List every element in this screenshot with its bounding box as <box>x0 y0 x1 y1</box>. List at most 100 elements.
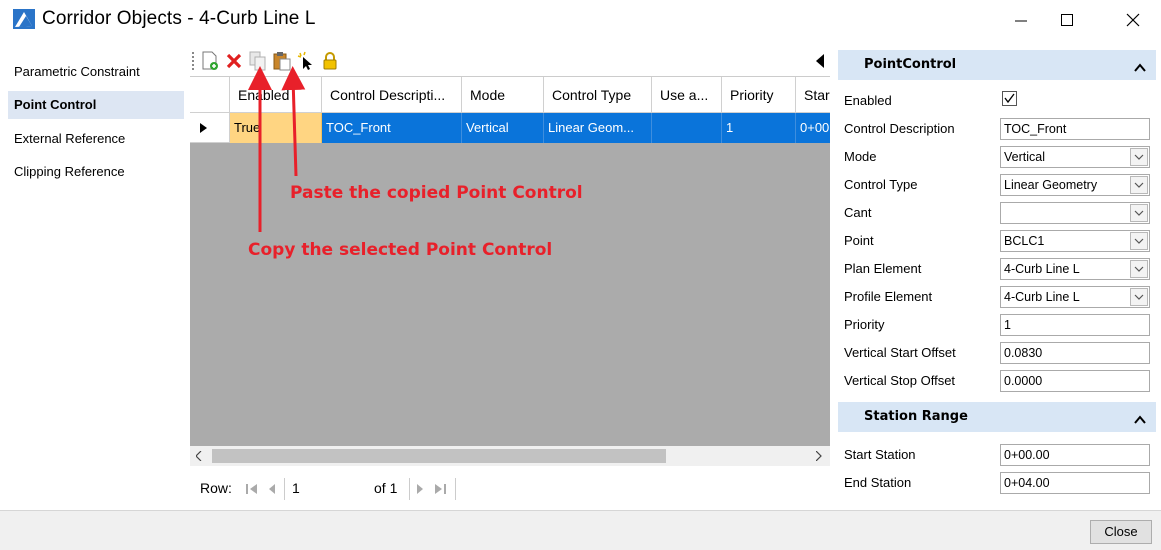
close-button[interactable]: Close <box>1090 520 1152 544</box>
cell-mode[interactable]: Vertical <box>462 113 544 143</box>
select-icon[interactable] <box>296 50 316 72</box>
row-header[interactable] <box>190 113 230 143</box>
end-station-input[interactable]: 0+04.00 <box>1000 472 1150 494</box>
column-header-start[interactable]: Star <box>796 77 830 113</box>
row-pointer-icon <box>200 123 207 133</box>
column-header-priority[interactable]: Priority <box>722 77 796 113</box>
enabled-checkbox[interactable] <box>1002 91 1017 106</box>
chevron-down-icon[interactable] <box>1130 204 1148 222</box>
prop-control-description: Control Description TOC_Front <box>838 114 1156 142</box>
column-header-use-a[interactable]: Use a... <box>652 77 722 113</box>
separator <box>409 478 410 500</box>
prop-label: Mode <box>844 149 877 164</box>
next-record-icon[interactable] <box>416 483 424 495</box>
column-header-mode[interactable]: Mode <box>462 77 544 113</box>
prop-label: Vertical Start Offset <box>844 345 956 360</box>
delete-icon[interactable] <box>224 50 244 72</box>
chevron-down-icon[interactable] <box>1130 232 1148 250</box>
vertical-start-offset-input[interactable]: 0.0830 <box>1000 342 1150 364</box>
section-header-station-range[interactable]: Station Range <box>838 402 1156 432</box>
paste-icon[interactable] <box>272 50 292 72</box>
current-row-input[interactable]: 1 <box>292 480 300 496</box>
prop-label: Control Type <box>844 177 918 192</box>
minimize-button[interactable] <box>998 0 1044 40</box>
section-title: Station Range <box>864 409 968 424</box>
horizontal-scrollbar[interactable] <box>190 446 830 466</box>
close-window-button[interactable] <box>1110 0 1156 40</box>
profile-element-value: 4-Curb Line L <box>1004 290 1080 304</box>
prop-point: Point BCLC1 <box>838 226 1156 254</box>
row-label: Row: <box>200 480 232 496</box>
collapse-panel-icon[interactable] <box>815 54 825 68</box>
cell-enabled[interactable]: True <box>230 113 322 143</box>
chevron-down-icon[interactable] <box>1130 148 1148 166</box>
separator <box>284 478 285 500</box>
section-header-pointcontrol[interactable]: PointControl <box>838 50 1156 80</box>
corridor-app-icon <box>13 9 35 29</box>
point-control-grid: Enabled Control Descripti... Mode Contro… <box>190 76 830 476</box>
close-icon <box>1126 13 1140 27</box>
cell-start-station[interactable]: 0+00 <box>796 113 830 143</box>
chevron-down-icon[interactable] <box>1130 176 1148 194</box>
column-header-control-description[interactable]: Control Descripti... <box>322 77 462 113</box>
properties-panel: PointControl Enabled Control Description… <box>838 46 1156 506</box>
point-select[interactable]: BCLC1 <box>1000 230 1150 252</box>
title-bar: Corridor Objects - 4-Curb Line L <box>0 0 1161 40</box>
annotation-copy: Copy the selected Point Control <box>248 240 553 260</box>
prop-label: End Station <box>844 475 912 490</box>
prop-profile-element: Profile Element 4-Curb Line L <box>838 282 1156 310</box>
prop-label: Cant <box>844 205 872 220</box>
cell-control-description[interactable]: TOC_Front <box>322 113 462 143</box>
grid-toolbar <box>190 46 830 76</box>
prop-label: Control Description <box>844 121 955 136</box>
add-document-icon[interactable] <box>200 50 220 72</box>
prop-control-type: Control Type Linear Geometry <box>838 170 1156 198</box>
control-description-input[interactable]: TOC_Front <box>1000 118 1150 140</box>
start-station-input[interactable]: 0+00.00 <box>1000 444 1150 466</box>
last-record-icon[interactable] <box>434 483 446 495</box>
chevron-up-icon[interactable] <box>1134 414 1146 424</box>
scrollbar-thumb[interactable] <box>212 449 666 463</box>
maximize-button[interactable] <box>1044 0 1090 40</box>
point-value: BCLC1 <box>1004 234 1045 248</box>
grid-corner-header <box>190 77 230 113</box>
section-title: PointControl <box>864 57 957 72</box>
prop-plan-element: Plan Element 4-Curb Line L <box>838 254 1156 282</box>
previous-record-icon[interactable] <box>268 483 276 495</box>
priority-input[interactable]: 1 <box>1000 314 1150 336</box>
toolbar-grip <box>192 52 195 70</box>
chevron-up-icon[interactable] <box>1134 62 1146 72</box>
lock-icon[interactable] <box>320 50 340 72</box>
column-header-control-type[interactable]: Control Type <box>544 77 652 113</box>
prop-label: Plan Element <box>844 261 922 276</box>
mode-select[interactable]: Vertical <box>1000 146 1150 168</box>
prop-cant: Cant <box>838 198 1156 226</box>
cell-priority[interactable]: 1 <box>722 113 796 143</box>
chevron-down-icon[interactable] <box>1130 260 1148 278</box>
cell-control-type[interactable]: Linear Geom... <box>544 113 652 143</box>
prop-vertical-stop-offset: Vertical Stop Offset 0.0000 <box>838 366 1156 394</box>
first-record-icon[interactable] <box>246 483 258 495</box>
profile-element-select[interactable]: 4-Curb Line L <box>1000 286 1150 308</box>
copy-icon[interactable] <box>248 50 268 72</box>
nav-item-clipping-reference[interactable]: Clipping Reference <box>8 158 184 186</box>
cell-use-a[interactable] <box>652 113 722 143</box>
window-title: Corridor Objects - 4-Curb Line L <box>42 8 316 29</box>
scroll-right-icon[interactable] <box>816 451 822 461</box>
minimize-icon <box>1015 20 1027 22</box>
prop-label: Point <box>844 233 874 248</box>
plan-element-select[interactable]: 4-Curb Line L <box>1000 258 1150 280</box>
prop-label: Profile Element <box>844 289 933 304</box>
cant-select[interactable] <box>1000 202 1150 224</box>
control-type-select[interactable]: Linear Geometry <box>1000 174 1150 196</box>
chevron-down-icon[interactable] <box>1130 288 1148 306</box>
checkmark-icon <box>1004 93 1015 104</box>
scroll-left-icon[interactable] <box>196 451 202 461</box>
nav-item-external-reference[interactable]: External Reference <box>8 125 184 153</box>
nav-item-point-control[interactable]: Point Control <box>8 91 184 119</box>
vertical-stop-offset-input[interactable]: 0.0000 <box>1000 370 1150 392</box>
column-header-enabled[interactable]: Enabled <box>230 77 322 113</box>
prop-label: Start Station <box>844 447 916 462</box>
nav-item-parametric-constraint[interactable]: Parametric Constraint <box>8 58 184 86</box>
plan-element-value: 4-Curb Line L <box>1004 262 1080 276</box>
